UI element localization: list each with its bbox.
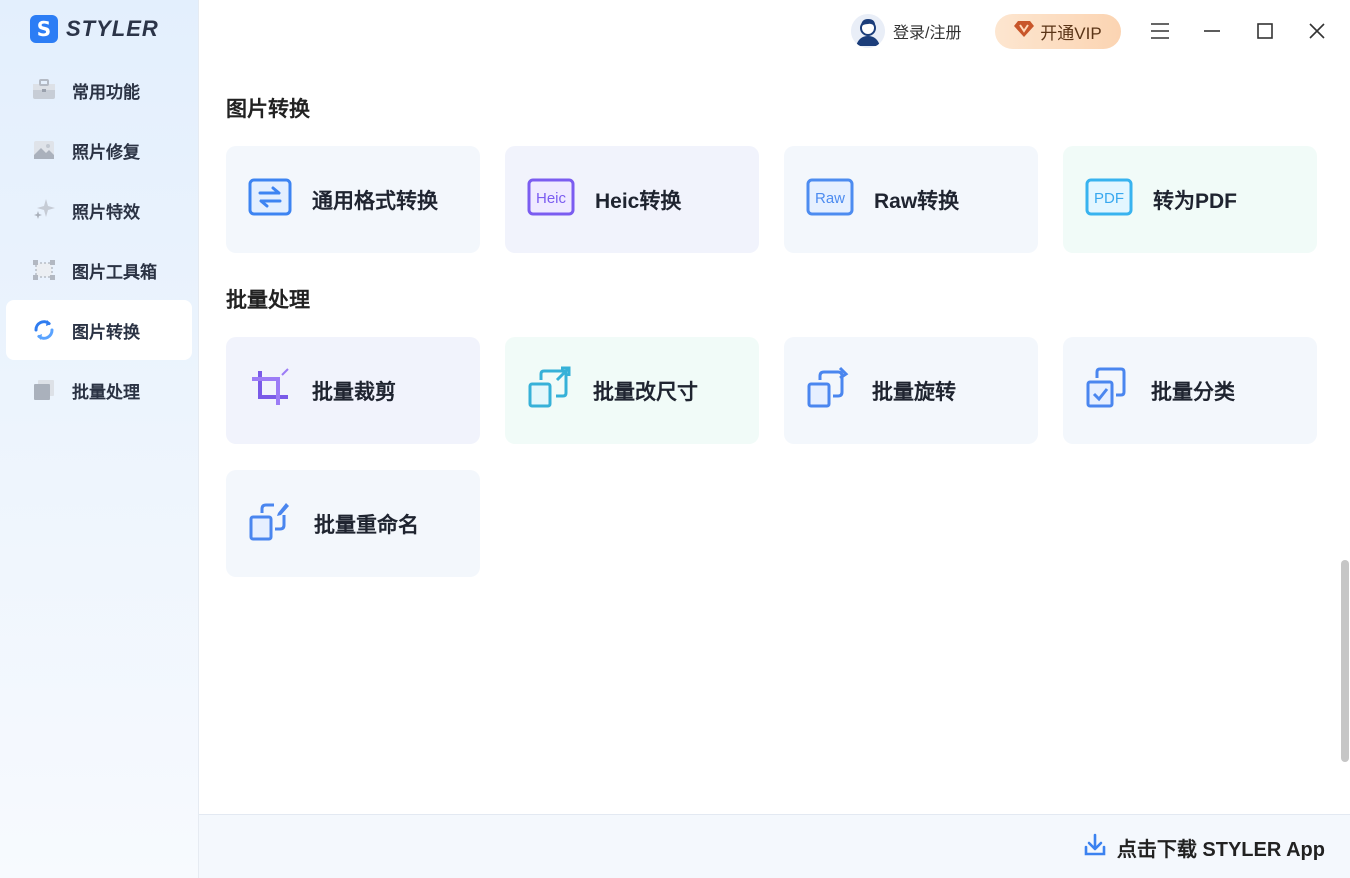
sidebar-item-label: 图片转换 [72, 322, 140, 342]
card-label: Raw转换 [874, 189, 960, 213]
card-label: 批量旋转 [872, 380, 956, 404]
sidebar-item-label: 图片工具箱 [72, 262, 157, 282]
sidebar-item-label: 批量处理 [72, 382, 140, 402]
close-icon[interactable] [1304, 18, 1330, 44]
minimize-icon[interactable] [1199, 18, 1225, 44]
card-label: Heic转换 [595, 189, 682, 213]
pdf-icon: PDF [1085, 177, 1133, 222]
card-general-format-convert[interactable]: 通用格式转换 [226, 146, 480, 253]
classify-icon [1085, 366, 1131, 415]
rotate-icon [806, 366, 852, 415]
vip-label: 开通VIP [1040, 24, 1102, 43]
download-icon [1083, 833, 1107, 862]
section-title-batch: 批量处理 [226, 289, 310, 312]
vip-button[interactable]: 开通VIP [995, 14, 1121, 49]
svg-text:Raw: Raw [815, 190, 845, 207]
crop-icon [248, 367, 292, 414]
download-app-label: 点击下载 STYLER App [1116, 839, 1325, 861]
rename-icon [248, 499, 294, 548]
menu-icon[interactable] [1147, 18, 1173, 44]
sidebar-item-label: 常用功能 [72, 82, 140, 102]
login-label: 登录/注册 [893, 25, 962, 42]
card-label: 转为PDF [1153, 189, 1237, 213]
toolbox-icon [32, 78, 56, 102]
heic-icon: Heic [527, 177, 575, 222]
download-app-button[interactable]: 点击下载 STYLER App [1083, 833, 1325, 862]
card-batch-rename[interactable]: 批量重命名 [226, 470, 480, 577]
sidebar-item-photo-repair[interactable]: 照片修复 [6, 120, 192, 180]
card-label: 批量分类 [1151, 380, 1235, 404]
maximize-icon[interactable] [1252, 18, 1278, 44]
card-batch-crop[interactable]: 批量裁剪 [226, 337, 480, 444]
app-logo: S STYLER [30, 15, 159, 43]
sidebar-item-label: 照片修复 [72, 142, 140, 162]
card-label: 通用格式转换 [312, 189, 438, 213]
sidebar-item-photo-effects[interactable]: 照片特效 [6, 180, 192, 240]
logo-mark: S [30, 15, 58, 43]
svg-text:Heic: Heic [536, 190, 567, 207]
raw-icon: Raw [806, 177, 854, 222]
stack-icon [32, 378, 56, 402]
photo-icon [32, 138, 56, 162]
card-label: 批量重命名 [314, 513, 419, 537]
sidebar-item-batch[interactable]: 批量处理 [6, 360, 192, 420]
footer-bar: 点击下载 STYLER App [199, 814, 1350, 878]
svg-text:PDF: PDF [1094, 190, 1124, 207]
card-to-pdf[interactable]: PDF 转为PDF [1063, 146, 1317, 253]
avatar-icon [851, 14, 885, 48]
card-batch-resize[interactable]: 批量改尺寸 [505, 337, 759, 444]
sidebar: S STYLER 常用功能 照片修复 照片特效 图片工具箱 图片转换 批量处理 [0, 0, 199, 878]
sidebar-item-toolbox[interactable]: 图片工具箱 [6, 240, 192, 300]
title-bar: 登录/注册 开通VIP [199, 0, 1350, 62]
frame-icon [32, 258, 56, 282]
app-name: STYLER [66, 16, 159, 41]
card-label: 批量裁剪 [312, 380, 396, 404]
vertical-scrollbar[interactable] [1341, 560, 1349, 762]
section-title-convert: 图片转换 [226, 98, 310, 121]
sidebar-item-label: 照片特效 [72, 202, 140, 222]
resize-icon [527, 366, 573, 415]
sparkles-icon [32, 198, 56, 222]
swap-arrows-icon [248, 177, 292, 222]
login-button[interactable]: 登录/注册 [851, 14, 961, 48]
card-batch-classify[interactable]: 批量分类 [1063, 337, 1317, 444]
sidebar-item-common[interactable]: 常用功能 [6, 60, 192, 120]
card-raw-convert[interactable]: Raw Raw转换 [784, 146, 1038, 253]
sidebar-item-image-convert[interactable]: 图片转换 [6, 300, 192, 360]
card-heic-convert[interactable]: Heic Heic转换 [505, 146, 759, 253]
convert-cycle-icon [32, 318, 56, 342]
card-label: 批量改尺寸 [593, 380, 698, 404]
card-batch-rotate[interactable]: 批量旋转 [784, 337, 1038, 444]
vip-diamond-icon [1014, 20, 1035, 43]
